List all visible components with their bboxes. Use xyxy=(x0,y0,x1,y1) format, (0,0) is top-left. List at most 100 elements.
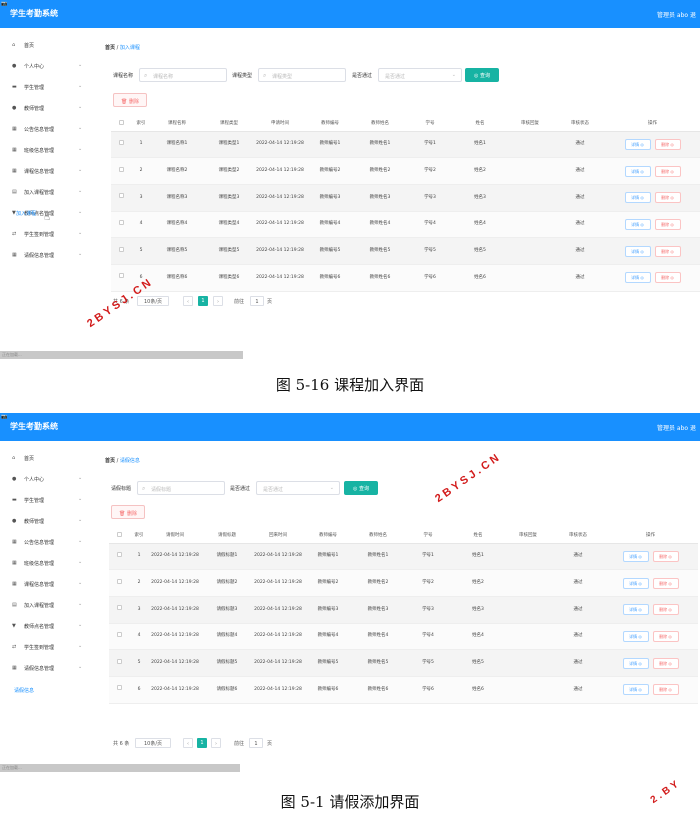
row-checkbox[interactable] xyxy=(118,166,124,172)
detail-button[interactable]: 详情 ◎ xyxy=(624,272,651,284)
delete-button[interactable]: 删除 ◎ xyxy=(652,550,679,562)
column-header[interactable] xyxy=(111,116,131,132)
page-1-button[interactable]: 1 xyxy=(198,296,208,306)
delete-button[interactable]: 删除 ◎ xyxy=(654,218,681,230)
row-select-cell[interactable] xyxy=(111,157,131,185)
batch-delete-button[interactable]: 🗑 删除 xyxy=(113,93,147,107)
sidebar-item-4[interactable]: ▦ 公告信息管理 ⌄ xyxy=(0,120,97,138)
detail-button[interactable]: 详情 ◎ xyxy=(622,684,649,696)
row-select-cell[interactable] xyxy=(111,237,131,265)
horizontal-scrollbar[interactable]: 正在加载... xyxy=(0,351,243,359)
delete-button[interactable]: 删除 ◎ xyxy=(652,657,679,669)
prev-page-button[interactable]: ‹ xyxy=(183,738,193,748)
sidebar-item-9[interactable]: ⇄ 学生签到管理 ⌄ xyxy=(0,225,97,243)
sidebar-subitem-leave-info[interactable]: 请假信息 xyxy=(14,687,34,694)
next-page-button[interactable]: › xyxy=(211,738,221,748)
row-select-cell[interactable] xyxy=(109,623,129,651)
detail-button[interactable]: 详情 ◎ xyxy=(622,630,649,642)
select-all-checkbox[interactable] xyxy=(118,119,124,125)
sidebar-item-10[interactable]: ▦ 请假信息管理 ⌄ xyxy=(0,246,97,264)
sidebar-item-3[interactable]: ● 教师管理 ⌄ xyxy=(0,512,97,530)
row-checkbox[interactable] xyxy=(116,551,122,557)
row-select-cell[interactable] xyxy=(109,649,129,677)
row-checkbox[interactable] xyxy=(116,578,122,584)
sidebar-item-3[interactable]: ● 教师管理 ⌄ xyxy=(0,99,97,117)
detail-button[interactable]: 详情 ◎ xyxy=(622,577,649,589)
row-checkbox[interactable] xyxy=(118,246,124,252)
row-checkbox[interactable] xyxy=(116,685,122,691)
sidebar-item-1[interactable]: ● 个人中心 ⌄ xyxy=(0,470,97,488)
delete-button[interactable]: 删除 ◎ xyxy=(654,138,681,150)
query-button[interactable]: ◎ 查询 xyxy=(465,68,499,82)
goto-page-input[interactable]: 1 xyxy=(250,296,264,306)
sidebar-item-9[interactable]: ⇄ 学生签到管理 ⌄ xyxy=(0,638,97,656)
row-checkbox[interactable] xyxy=(118,139,124,145)
sidebar-subitem-join-course[interactable]: 加入课程 xyxy=(16,210,36,217)
breadcrumb-home[interactable]: 首页 xyxy=(105,45,115,51)
detail-button[interactable]: 详情 ◎ xyxy=(624,138,651,150)
sidebar-item-4[interactable]: ▦ 公告信息管理 ⌄ xyxy=(0,533,97,551)
course-name-input[interactable]: ⌕ 课程名称 xyxy=(139,68,227,82)
delete-button[interactable]: 删除 ◎ xyxy=(652,684,679,696)
breadcrumb-home[interactable]: 首页 xyxy=(105,458,115,464)
detail-button[interactable]: 详情 ◎ xyxy=(624,192,651,204)
row-select-cell[interactable] xyxy=(111,264,131,292)
delete-button[interactable]: 删除 ◎ xyxy=(652,604,679,616)
row-select-cell[interactable] xyxy=(111,131,131,159)
sidebar-item-0[interactable]: ⌂ 首页 xyxy=(0,36,97,54)
detail-button[interactable]: 详情 ◎ xyxy=(622,550,649,562)
sidebar-item-6[interactable]: ▦ 课程信息管理 ⌄ xyxy=(0,575,97,593)
user-menu[interactable]: 管理员 abo 退 xyxy=(657,423,696,432)
leave-title-input[interactable]: ⌕ 请假标题 xyxy=(137,481,225,495)
row-checkbox[interactable] xyxy=(116,658,122,664)
sidebar-item-2[interactable]: ▬ 学生管理 ⌄ xyxy=(0,78,97,96)
sidebar-item-10[interactable]: ▦ 请假信息管理 ⌄ xyxy=(0,659,97,677)
page-size-select[interactable]: 10条/页 xyxy=(137,296,169,306)
goto-page-input[interactable]: 1 xyxy=(249,738,263,748)
sidebar-item-6[interactable]: ▦ 课程信息管理 ⌄ xyxy=(0,162,97,180)
row-checkbox[interactable] xyxy=(116,631,122,637)
sidebar-item-7[interactable]: ▤ 加入课程管理 ⌄ xyxy=(0,596,97,614)
row-checkbox[interactable] xyxy=(118,219,124,225)
row-select-cell[interactable] xyxy=(109,676,129,704)
sidebar-item-2[interactable]: ▬ 学生管理 ⌄ xyxy=(0,491,97,509)
delete-button[interactable]: 删除 ◎ xyxy=(654,165,681,177)
column-header[interactable] xyxy=(109,528,129,544)
delete-button[interactable]: 删除 ◎ xyxy=(652,577,679,589)
detail-button[interactable]: 详情 ◎ xyxy=(624,218,651,230)
delete-button[interactable]: 删除 ◎ xyxy=(654,245,681,257)
query-button[interactable]: ◎ 查询 xyxy=(344,481,378,495)
sidebar-item-0[interactable]: ⌂ 首页 xyxy=(0,449,97,467)
prev-page-button[interactable]: ‹ xyxy=(183,296,193,306)
approved-select[interactable]: 是否通过 ⌄ xyxy=(256,481,340,495)
detail-button[interactable]: 详情 ◎ xyxy=(622,657,649,669)
page-1-button[interactable]: 1 xyxy=(197,738,207,748)
detail-button[interactable]: 详情 ◎ xyxy=(622,604,649,616)
batch-delete-button[interactable]: 🗑 删除 xyxy=(111,505,145,519)
sidebar-item-5[interactable]: ▦ 班级信息管理 ⌄ xyxy=(0,141,97,159)
row-checkbox[interactable] xyxy=(116,605,122,611)
approved-select[interactable]: 是否通过 ⌄ xyxy=(378,68,462,82)
delete-button[interactable]: 删除 ◎ xyxy=(654,272,681,284)
sidebar-item-8[interactable]: ▼ 教师点名管理 ⌄ xyxy=(0,617,97,635)
row-select-cell[interactable] xyxy=(109,569,129,597)
row-select-cell[interactable] xyxy=(111,211,131,239)
sidebar-item-5[interactable]: ▦ 班级信息管理 ⌄ xyxy=(0,554,97,572)
sidebar-item-1[interactable]: ● 个人中心 ⌄ xyxy=(0,57,97,75)
user-menu[interactable]: 管理员 abo 退 xyxy=(657,10,696,19)
horizontal-scrollbar[interactable]: 正在加载... xyxy=(0,764,240,772)
page-size-select[interactable]: 10条/页 xyxy=(135,738,171,748)
delete-button[interactable]: 删除 ◎ xyxy=(654,192,681,204)
row-checkbox[interactable] xyxy=(118,273,124,279)
sidebar-item-7[interactable]: ▤ 加入课程管理 ⌄ xyxy=(0,183,97,201)
detail-button[interactable]: 详情 ◎ xyxy=(624,245,651,257)
detail-button[interactable]: 详情 ◎ xyxy=(624,165,651,177)
select-all-checkbox[interactable] xyxy=(116,531,122,537)
course-type-input[interactable]: ⌕ 课程类型 xyxy=(258,68,346,82)
delete-button[interactable]: 删除 ◎ xyxy=(652,630,679,642)
row-select-cell[interactable] xyxy=(109,596,129,624)
row-checkbox[interactable] xyxy=(118,193,124,199)
next-page-button[interactable]: › xyxy=(213,296,223,306)
row-select-cell[interactable] xyxy=(111,184,131,212)
row-select-cell[interactable] xyxy=(109,543,129,571)
